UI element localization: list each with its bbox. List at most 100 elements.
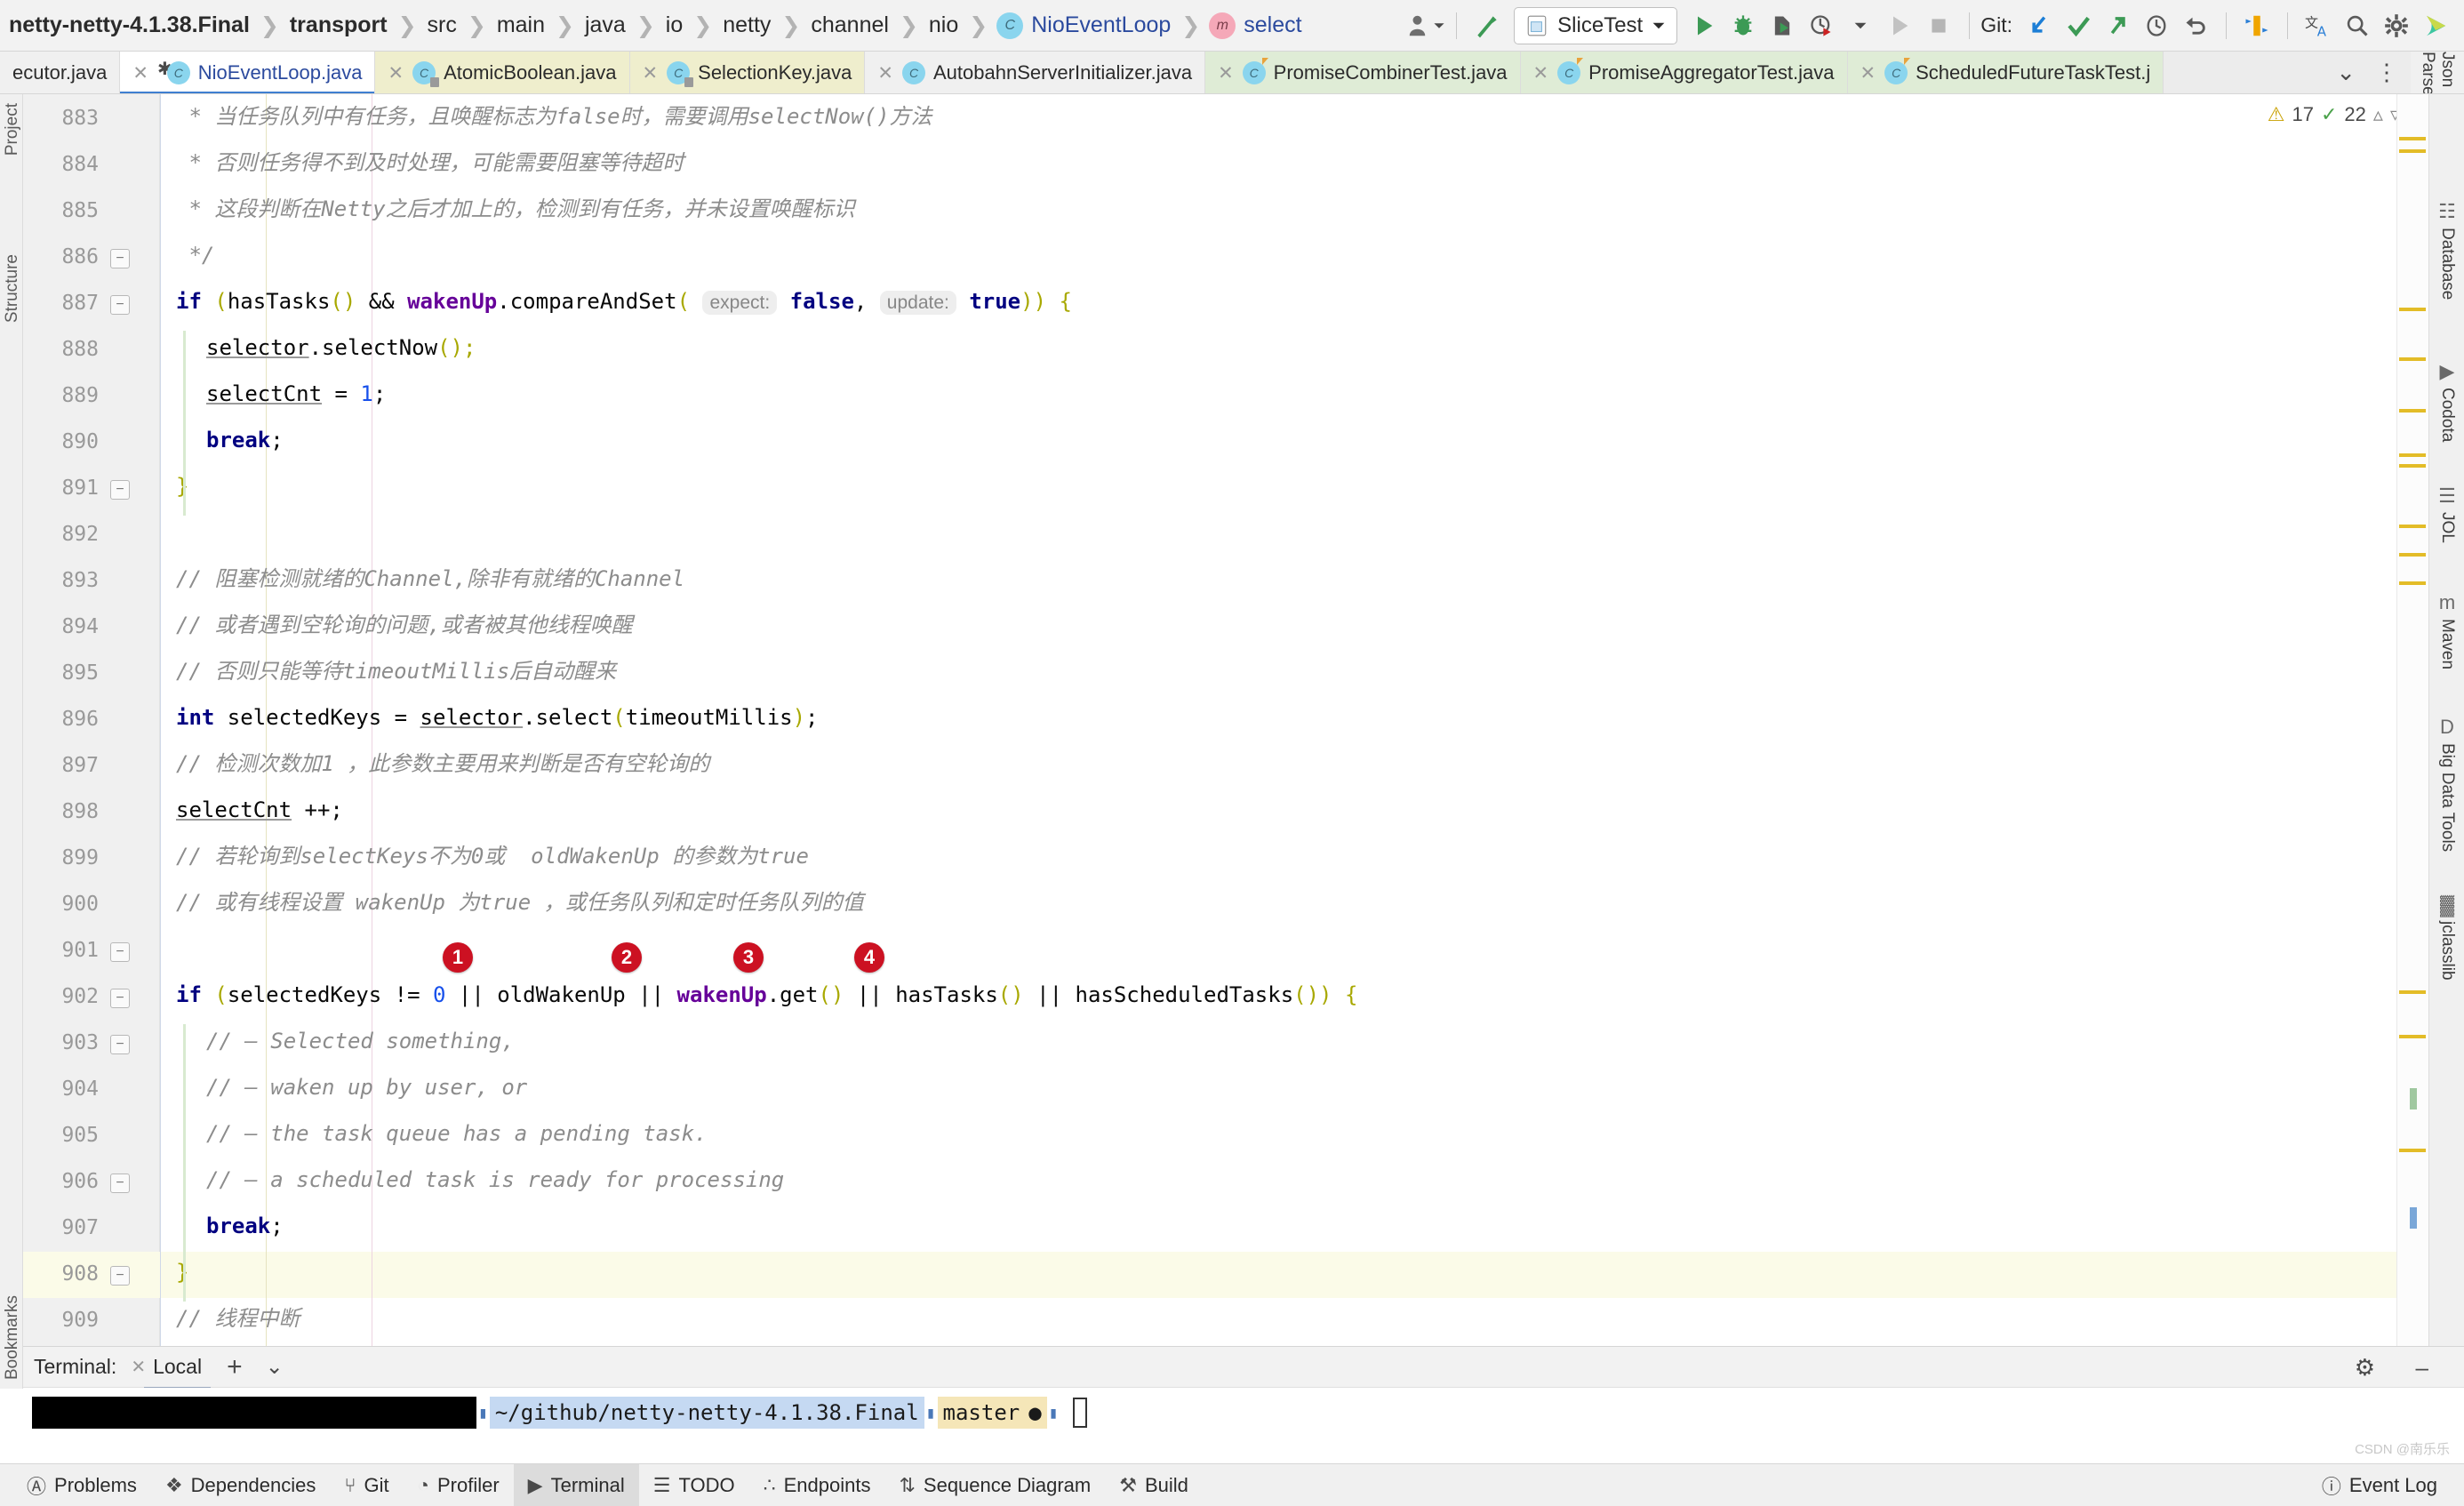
code-line-905[interactable]: // — the task queue has a pending task.: [206, 1122, 708, 1145]
breadcrumb-item-transport[interactable]: transport: [288, 12, 389, 38]
code-line-890[interactable]: break;: [206, 429, 284, 452]
code-line-897[interactable]: // 检测次数加1 ，此参数主要用来判断是否有空轮询的: [176, 752, 709, 775]
run-with-coverage-icon[interactable]: [1763, 6, 1802, 45]
settings-gear-icon[interactable]: ⚙: [2355, 1354, 2375, 1382]
code-line-894[interactable]: // 或者遇到空轮询的问题,或者被其他线程唤醒: [176, 613, 633, 637]
code-line-907[interactable]: break;: [206, 1214, 284, 1238]
marker-warning[interactable]: [2399, 1149, 2426, 1152]
code-line-885[interactable]: * 这段判断在Netty之后才加上的，检测到有任务，并未设置唤醒标识: [176, 197, 855, 220]
search-everywhere-icon[interactable]: [2338, 6, 2377, 45]
code-line-893[interactable]: // 阻塞检测就绪的Channel,除非有就绪的Channel: [176, 567, 684, 590]
editor-tab-autobahnserverinitializer[interactable]: ✕CAutobahnServerInitializer.java: [865, 52, 1205, 94]
marker-warning[interactable]: [2399, 581, 2426, 585]
code-fold-toggle[interactable]: −: [110, 480, 130, 500]
code-line-899[interactable]: // 若轮询到selectKeys不为0或 oldWakenUp 的参数为tru…: [176, 845, 809, 868]
code-line-887[interactable]: if (hasTasks() && wakenUp.compareAndSet(…: [176, 290, 1072, 315]
close-icon[interactable]: ✕: [131, 1356, 146, 1378]
marker-warning[interactable]: [2399, 553, 2426, 557]
marker-warning[interactable]: [2399, 409, 2426, 413]
run-icon[interactable]: [1684, 6, 1724, 45]
breadcrumb[interactable]: netty-netty-4.1.38.Final❯transport❯src❯m…: [0, 0, 1304, 51]
code-fold-toggle[interactable]: −: [110, 249, 130, 268]
marker-warning[interactable]: [2399, 464, 2426, 468]
editor-tab-ecutor[interactable]: ecutor.java: [0, 52, 120, 94]
translate-icon[interactable]: 文A: [2299, 6, 2338, 45]
minimize-icon[interactable]: –: [2416, 1354, 2428, 1382]
code-line-889[interactable]: selectCnt = 1;: [206, 382, 386, 405]
marker-warning[interactable]: [2399, 1035, 2426, 1038]
app-logo-icon[interactable]: [2416, 6, 2455, 45]
right-tool-window-maven[interactable]: mMaven: [2429, 592, 2464, 669]
left-tool-window-project[interactable]: Project: [3, 103, 22, 156]
chevron-down-icon[interactable]: [1652, 19, 1666, 33]
code-line-896[interactable]: int selectedKeys = selector.select(timeo…: [176, 706, 819, 729]
push-icon[interactable]: [2098, 6, 2137, 45]
run-configuration-selector[interactable]: SliceTest: [1514, 7, 1677, 44]
marker-warning[interactable]: [2399, 137, 2426, 140]
code-line-900[interactable]: // 或有线程设置 wakenUp 为true ，或任务队列和定时任务队列的值: [176, 891, 864, 914]
right-tool-window-big-data-tools[interactable]: DBig Data Tools: [2429, 717, 2464, 852]
breadcrumb-item-select[interactable]: mselect: [1209, 12, 1303, 39]
code-line-903[interactable]: // — Selected something,: [206, 1029, 515, 1053]
code-line-902[interactable]: if (selectedKeys != 0 || oldWakenUp || w…: [176, 983, 1357, 1006]
code-line-909[interactable]: // 线程中断: [176, 1307, 300, 1330]
editor-gutter[interactable]: 883884885886−887−888889890891−8928938948…: [23, 94, 160, 1389]
right-tool-window-json-parser-top[interactable]: Json Parser: [2411, 52, 2464, 93]
marker-warning[interactable]: [2399, 453, 2426, 457]
more-options-icon[interactable]: ⋮: [2375, 59, 2398, 86]
code-fold-toggle[interactable]: −: [110, 989, 130, 1008]
status-bar-item-profiler[interactable]: ◔Profiler: [404, 1464, 514, 1506]
inspection-widget[interactable]: ⚠ 17 ✓ 22 ▵ ▿: [2268, 103, 2400, 126]
code-fold-toggle[interactable]: −: [110, 1035, 130, 1054]
breadcrumb-item-netty[interactable]: netty: [721, 12, 772, 38]
profile-dropdown-icon[interactable]: [1841, 6, 1880, 45]
settings-gear-icon[interactable]: [2377, 6, 2416, 45]
editor-tab-promisecombinertest[interactable]: ✕CPromiseCombinerTest.java: [1205, 52, 1520, 94]
rollback-icon[interactable]: [2176, 6, 2215, 45]
breadcrumb-item-channel[interactable]: channel: [809, 12, 891, 38]
editor-tab-atomicboolean[interactable]: ✕CAtomicBoolean.java: [375, 52, 629, 94]
marker-changed[interactable]: [2410, 1088, 2417, 1109]
update-project-icon[interactable]: [2020, 6, 2059, 45]
right-tool-window-jclasslib[interactable]: ▓jclasslib: [2429, 894, 2464, 981]
code-line-906[interactable]: // — a scheduled task is ready for proce…: [206, 1168, 784, 1191]
terminal-tab-local[interactable]: Local: [153, 1355, 202, 1379]
left-tool-window-bookmarks[interactable]: Bookmarks: [3, 1295, 22, 1380]
right-tool-window-jol[interactable]: ☰JOL: [2429, 485, 2464, 543]
code-content[interactable]: * 当任务队列中有任务，且唤醒标志为false时，需要调用selectNow()…: [160, 94, 2464, 1389]
marker-warning[interactable]: [2399, 990, 2426, 994]
plus-icon[interactable]: +: [227, 1352, 243, 1382]
editor-tab-nioeventloop[interactable]: ✕✱CNioEventLoop.java: [120, 52, 375, 94]
close-icon[interactable]: ✕: [643, 62, 659, 84]
editor-tab-promiseaggregatortest[interactable]: ✕CPromiseAggregatorTest.java: [1521, 52, 1848, 94]
marker-warning[interactable]: [2399, 308, 2426, 311]
status-bar-item-problems[interactable]: ⒶProblems: [12, 1464, 151, 1506]
close-icon[interactable]: ✕: [877, 62, 893, 84]
code-fold-toggle[interactable]: −: [110, 1266, 130, 1286]
history-icon[interactable]: [2137, 6, 2176, 45]
status-bar-item-build[interactable]: ⚒Build: [1105, 1464, 1203, 1506]
code-line-883[interactable]: * 当任务队列中有任务，且唤醒标志为false时，需要调用selectNow()…: [176, 105, 932, 128]
status-bar-item-git[interactable]: ⑂Git: [330, 1464, 403, 1506]
breadcrumb-item-nio[interactable]: nio: [927, 12, 960, 38]
terminal-panel[interactable]: Terminal: ✕ Local + ⌄ ⚙ – ▮ ~/github/net…: [23, 1346, 2464, 1463]
code-line-898[interactable]: selectCnt ++;: [176, 798, 343, 821]
breadcrumb-item-main[interactable]: main: [495, 12, 547, 38]
right-tool-window-database[interactable]: ☷Database: [2429, 201, 2464, 300]
marker-warning[interactable]: [2399, 357, 2426, 361]
status-bar-item-endpoints[interactable]: ∴Endpoints: [749, 1464, 885, 1506]
code-line-888[interactable]: selector.selectNow();: [206, 336, 476, 359]
editor-tab-scheduledfuturetasktest.j[interactable]: ✕CScheduledFutureTaskTest.j: [1848, 52, 2164, 94]
editor-marker-bar[interactable]: [2396, 94, 2428, 1389]
debug-icon[interactable]: [1724, 6, 1763, 45]
close-icon[interactable]: ✕: [1533, 62, 1549, 84]
code-line-895[interactable]: // 否则只能等待timeoutMillis后自动醒来: [176, 660, 616, 683]
status-bar-item-sequence-diagram[interactable]: ⇅Sequence Diagram: [884, 1464, 1105, 1506]
code-fold-toggle[interactable]: −: [110, 295, 130, 315]
right-tool-window-strip[interactable]: ☷Database▶Codota☰JOLmMavenDBig Data Tool…: [2428, 94, 2464, 1389]
code-line-884[interactable]: * 否则任务得不到及时处理，可能需要阻塞等待超时: [176, 151, 684, 174]
close-icon[interactable]: ✕: [1860, 62, 1876, 84]
code-fold-toggle[interactable]: −: [110, 1174, 130, 1193]
breadcrumb-item-netty-netty-4-1-38-final[interactable]: netty-netty-4.1.38.Final: [7, 12, 252, 38]
diff-icon[interactable]: [2237, 6, 2276, 45]
